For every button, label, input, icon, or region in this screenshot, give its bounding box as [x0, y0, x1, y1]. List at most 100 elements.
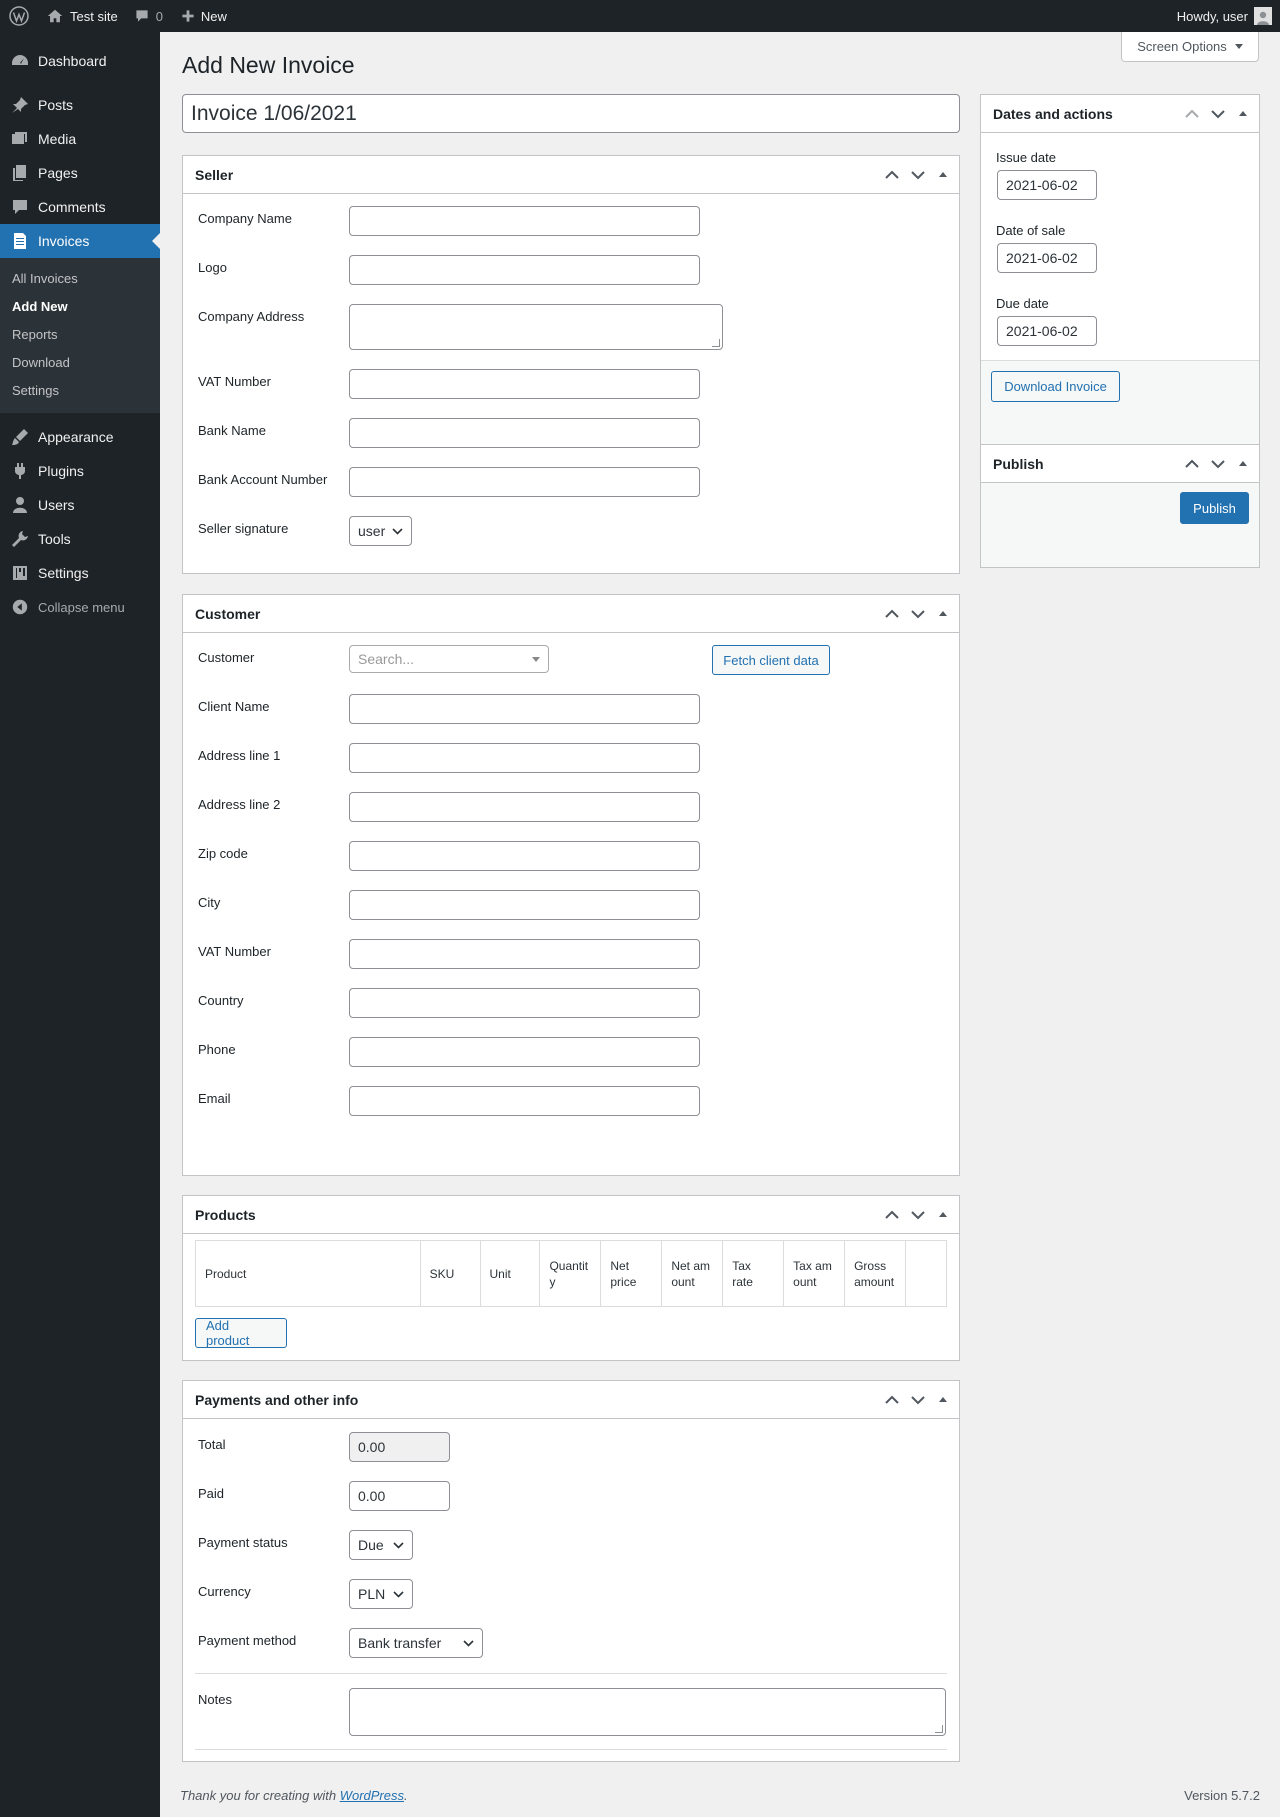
fetch-client-data-button[interactable]: Fetch client data	[712, 645, 830, 675]
notes-field[interactable]	[349, 1688, 946, 1736]
screen-options-button[interactable]: Screen Options	[1121, 32, 1259, 62]
customer-title: Customer	[195, 605, 261, 622]
my-account[interactable]: Howdy, user	[1177, 7, 1280, 25]
payment-method-select[interactable]: Bank transfer	[349, 1628, 483, 1658]
menu-tools[interactable]: Tools	[0, 522, 160, 556]
zip-code-field[interactable]	[349, 841, 700, 871]
toggle-panel-icon[interactable]	[939, 1397, 947, 1402]
wordpress-logo-icon[interactable]	[0, 0, 38, 32]
site-name-link[interactable]: Test site	[38, 0, 126, 32]
chevron-down-icon	[386, 527, 403, 535]
submenu-settings[interactable]: Settings	[0, 377, 160, 405]
paid-field[interactable]: 0.00	[349, 1481, 450, 1511]
issue-date-field[interactable]: 2021-06-02	[997, 170, 1097, 200]
add-product-button[interactable]: Add product	[195, 1318, 287, 1348]
menu-appearance[interactable]: Appearance	[0, 420, 160, 454]
address-line-2-field[interactable]	[349, 792, 700, 822]
notes-label: Notes	[198, 1692, 232, 1707]
city-field[interactable]	[349, 890, 700, 920]
column-tax-amount: Tax amount	[783, 1240, 846, 1307]
menu-label: Media	[38, 131, 77, 147]
submenu-download[interactable]: Download	[0, 349, 160, 377]
invoice-title-input[interactable]: Invoice 1/06/2021	[182, 94, 960, 133]
comments-count: 0	[155, 8, 163, 24]
new-content-link[interactable]: New	[171, 0, 235, 32]
publish-button[interactable]: Publish	[1180, 492, 1249, 524]
company-address-field[interactable]	[349, 304, 723, 350]
toggle-panel-icon[interactable]	[939, 172, 947, 177]
logo-field[interactable]	[349, 255, 700, 285]
submenu-reports[interactable]: Reports	[0, 321, 160, 349]
move-down-icon[interactable]	[905, 1381, 931, 1419]
vat-number-field[interactable]	[349, 369, 700, 399]
column-sku: SKU	[419, 1240, 481, 1307]
move-down-icon[interactable]	[905, 1196, 931, 1234]
menu-media[interactable]: Media	[0, 122, 160, 156]
wordpress-link[interactable]: WordPress	[340, 1788, 404, 1803]
footer-thanks-prefix: Thank you for creating with	[180, 1788, 340, 1803]
move-up-icon[interactable]	[1179, 445, 1205, 483]
menu-label: Posts	[38, 97, 74, 113]
menu-label: Dashboard	[38, 53, 107, 69]
submenu-all-invoices[interactable]: All Invoices	[0, 265, 160, 293]
due-date-field[interactable]: 2021-06-02	[997, 316, 1097, 346]
invoice-icon	[10, 231, 30, 251]
menu-posts[interactable]: Posts	[0, 88, 160, 122]
bank-name-field[interactable]	[349, 418, 700, 448]
move-up-icon[interactable]	[879, 595, 905, 633]
toggle-panel-icon[interactable]	[939, 611, 947, 616]
payments-box: Payments and other info Total 0.00 Paid …	[182, 1380, 960, 1762]
menu-comments[interactable]: Comments	[0, 190, 160, 224]
menu-invoices[interactable]: Invoices	[0, 224, 160, 258]
paid-label: Paid	[198, 1486, 225, 1501]
move-down-icon[interactable]	[905, 595, 931, 633]
move-down-icon[interactable]	[1205, 445, 1231, 483]
download-invoice-button[interactable]: Download Invoice	[991, 371, 1120, 402]
country-field[interactable]	[349, 988, 700, 1018]
column-product: Product	[195, 1240, 421, 1307]
products-header: Products	[183, 1196, 959, 1234]
seller-signature-value: user	[358, 523, 386, 539]
email-field[interactable]	[349, 1086, 700, 1116]
dates-actions-box: Dates and actions Issue date 2021-06-02 …	[980, 94, 1260, 456]
menu-dashboard[interactable]: Dashboard	[0, 44, 160, 78]
currency-select[interactable]: PLN	[349, 1579, 413, 1609]
move-down-icon[interactable]	[905, 156, 931, 194]
menu-pages[interactable]: Pages	[0, 156, 160, 190]
comments-link[interactable]: 0	[126, 0, 171, 32]
toggle-panel-icon[interactable]	[1239, 461, 1247, 466]
products-handle-actions	[879, 1196, 959, 1234]
customer-search-select[interactable]: Search...	[349, 645, 549, 673]
bank-account-field[interactable]	[349, 467, 700, 497]
payment-status-select[interactable]: Due	[349, 1530, 413, 1560]
wrench-icon	[10, 529, 30, 549]
customer-vat-field[interactable]	[349, 939, 700, 969]
move-up-icon[interactable]	[1179, 95, 1205, 133]
address-line-1-field[interactable]	[349, 743, 700, 773]
submenu-add-new[interactable]: Add New	[0, 293, 160, 321]
move-up-icon[interactable]	[879, 1381, 905, 1419]
customer-handle-actions	[879, 595, 959, 633]
footer-thanks: Thank you for creating with WordPress.	[180, 1788, 408, 1803]
collapse-menu-button[interactable]: Collapse menu	[0, 590, 160, 624]
move-down-icon[interactable]	[1205, 95, 1231, 133]
menu-label: Comments	[38, 199, 106, 215]
menu-label: Invoices	[38, 233, 90, 249]
country-label: Country	[198, 993, 244, 1008]
toggle-panel-icon[interactable]	[1239, 111, 1247, 116]
phone-field[interactable]	[349, 1037, 700, 1067]
menu-plugins[interactable]: Plugins	[0, 454, 160, 488]
payment-method-label: Payment method	[198, 1633, 297, 1648]
menu-settings[interactable]: Settings	[0, 556, 160, 590]
toggle-panel-icon[interactable]	[939, 1212, 947, 1217]
client-name-field[interactable]	[349, 694, 700, 724]
date-of-sale-field[interactable]: 2021-06-02	[997, 243, 1097, 273]
seller-signature-select[interactable]: user	[349, 516, 412, 546]
menu-users[interactable]: Users	[0, 488, 160, 522]
move-up-icon[interactable]	[879, 156, 905, 194]
company-name-field[interactable]	[349, 206, 700, 236]
admin-sidebar: Dashboard Posts Media Pages Comments Inv…	[0, 32, 160, 1817]
move-up-icon[interactable]	[879, 1196, 905, 1234]
customer-search-placeholder: Search...	[358, 651, 415, 667]
currency-label: Currency	[198, 1584, 251, 1599]
